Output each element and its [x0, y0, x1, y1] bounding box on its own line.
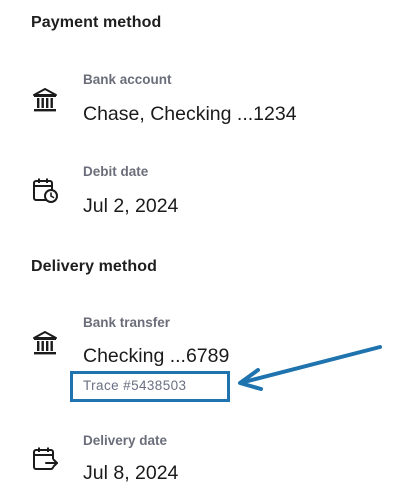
annotation-arrow-icon	[238, 345, 382, 391]
payment-method-heading: Payment method	[31, 14, 162, 31]
calendar-clock-icon	[33, 178, 58, 203]
bank-account-label: Bank account	[83, 72, 172, 87]
calendar-arrow-icon	[33, 447, 58, 470]
trace-number: Trace #5438503	[83, 378, 187, 393]
delivery-date-label: Delivery date	[83, 433, 168, 448]
bank-transfer-value: Checking ...6789	[83, 345, 230, 367]
bank-icon	[33, 88, 57, 112]
bank-icon	[33, 331, 57, 355]
bank-account-value: Chase, Checking ...1234	[83, 103, 297, 125]
bank-transfer-label: Bank transfer	[83, 315, 171, 330]
delivery-method-heading: Delivery method	[31, 258, 157, 275]
debit-date-label: Debit date	[83, 164, 149, 179]
debit-date-value: Jul 2, 2024	[83, 195, 179, 217]
delivery-date-value: Jul 8, 2024	[83, 462, 179, 484]
